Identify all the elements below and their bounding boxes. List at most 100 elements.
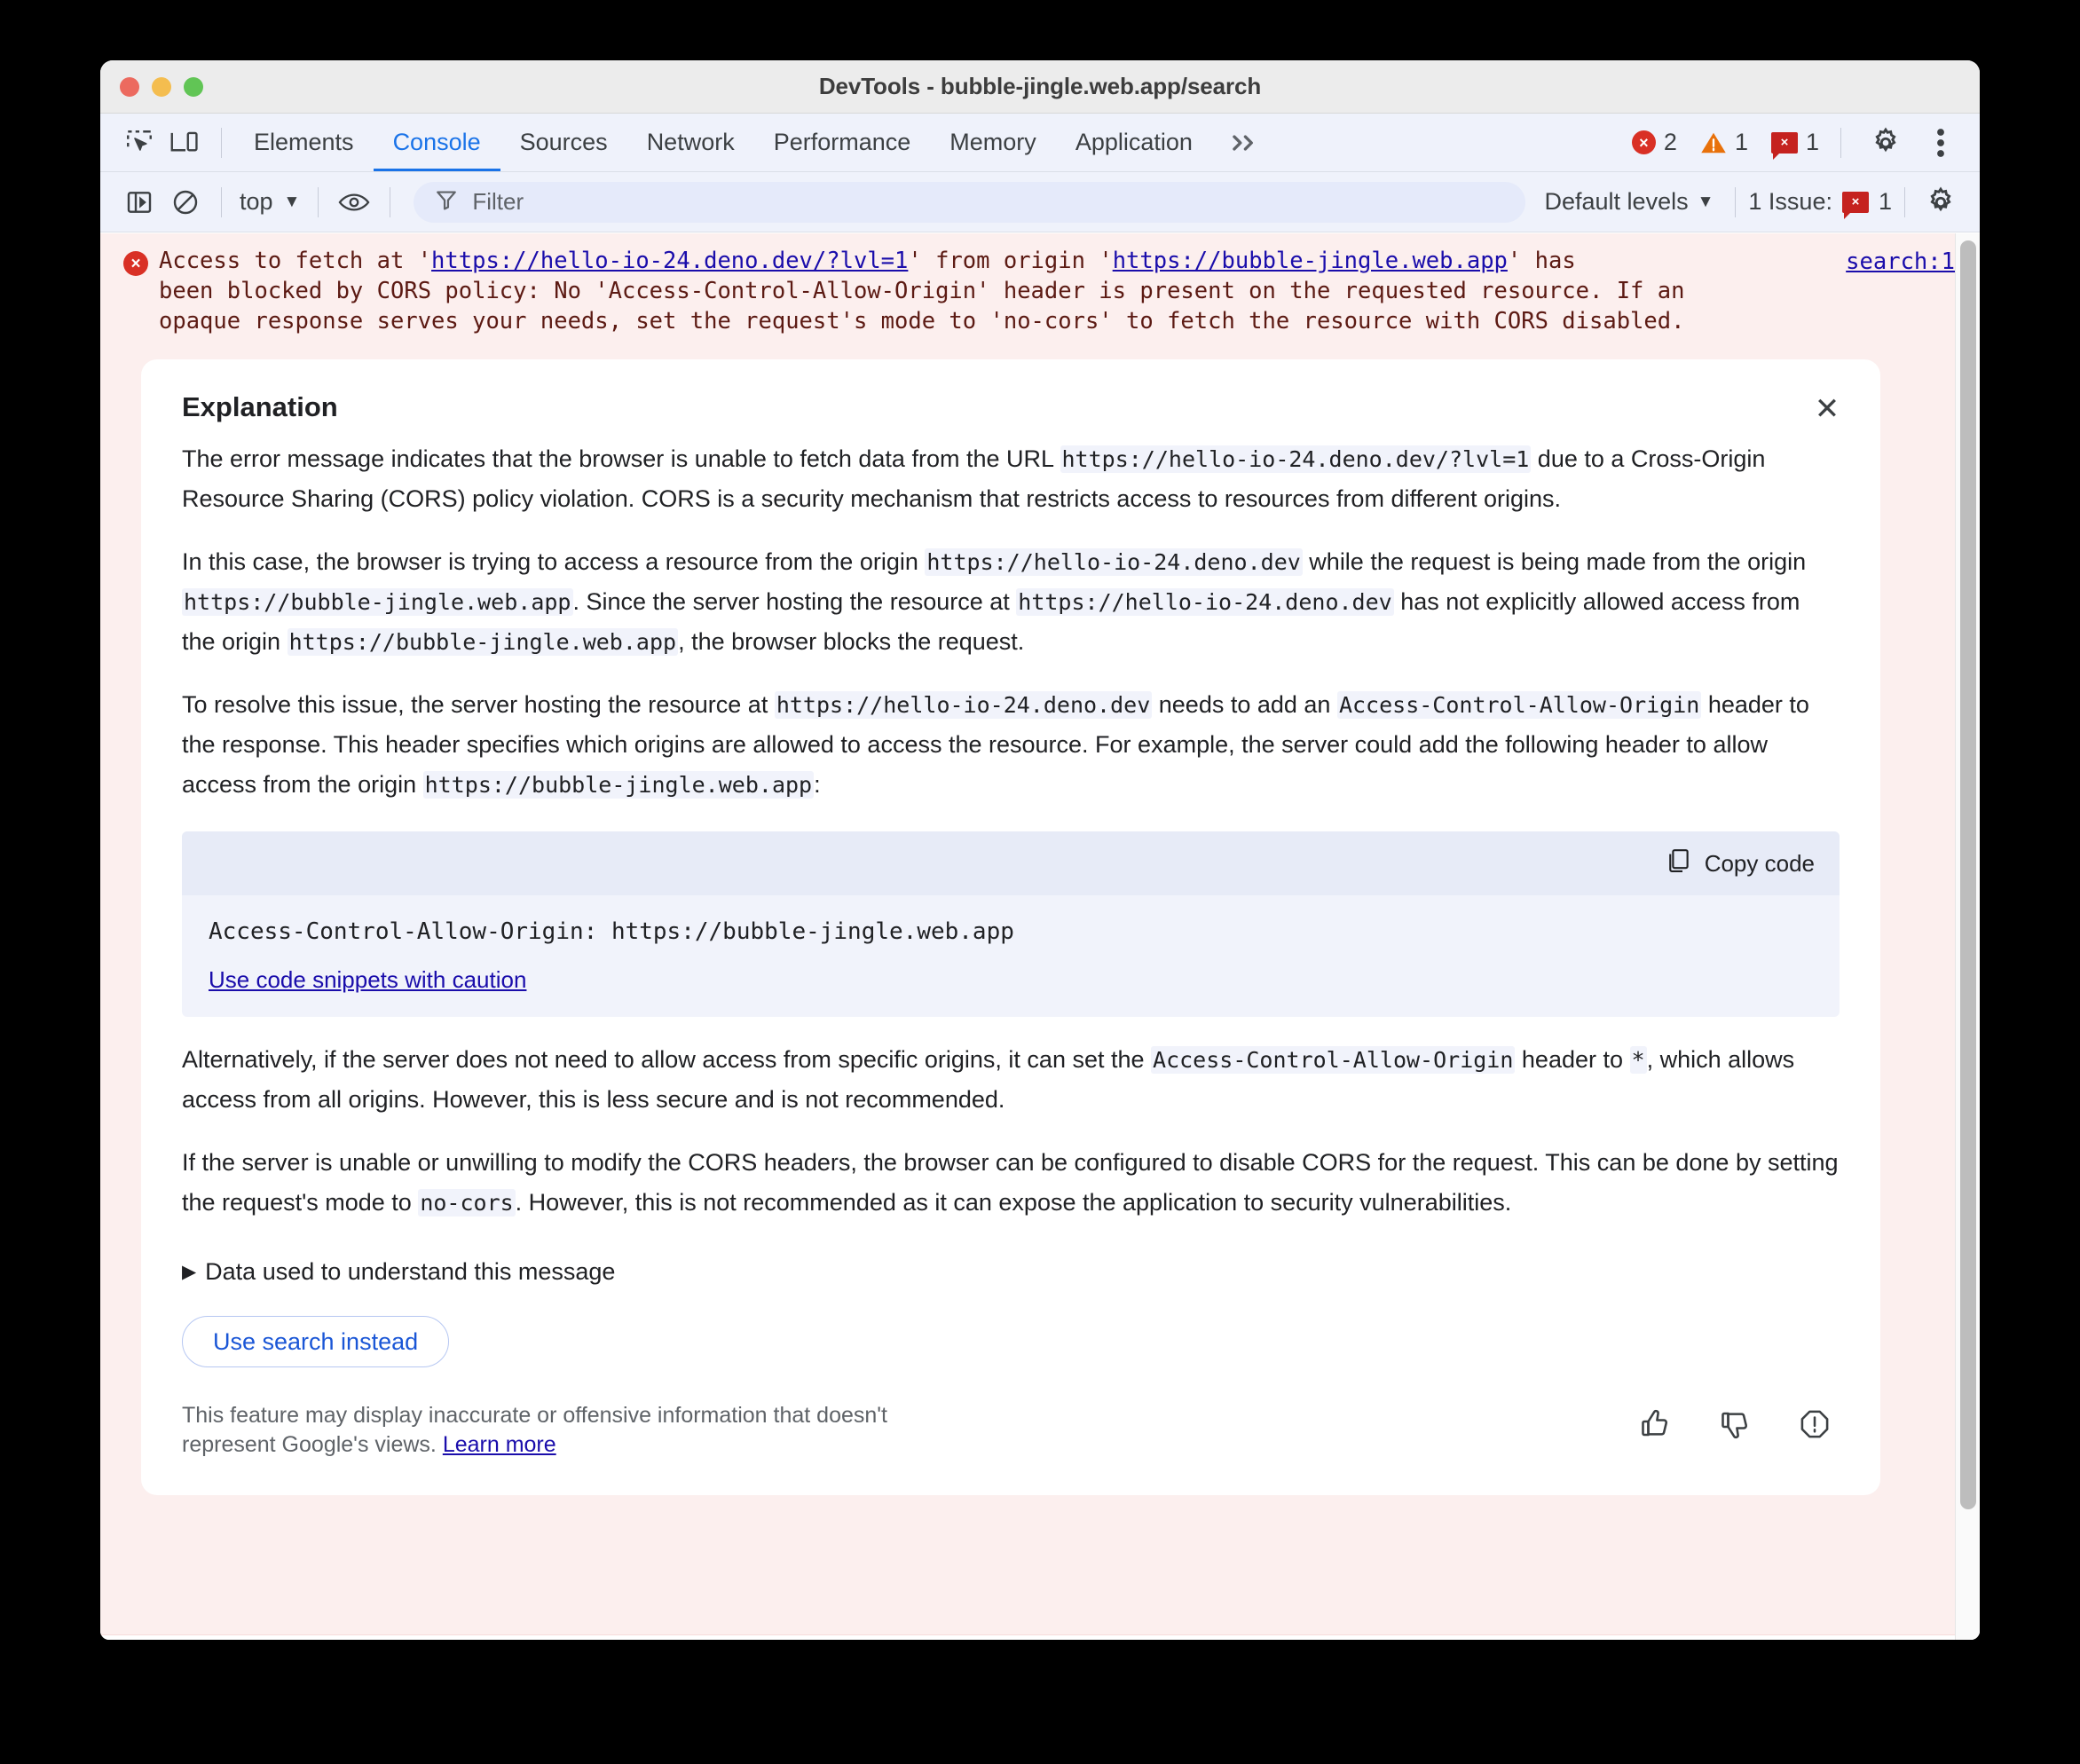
tab-network[interactable]: Network (627, 114, 754, 171)
issue-badge-icon: × (1841, 191, 1869, 219)
issues-summary[interactable]: 1 Issue: × 1 (1748, 188, 1892, 219)
copy-code-label: Copy code (1704, 849, 1815, 877)
explanation-footer: This feature may display inaccurate or o… (182, 1401, 1840, 1460)
console-settings-gear-icon[interactable] (1918, 181, 1964, 224)
p2-text-e: , the browser blocks the request. (678, 628, 1025, 655)
error-circle-icon: × (123, 251, 148, 276)
error-url-1[interactable]: https://hello-io-24.deno.dev/?lvl=1 (431, 248, 908, 274)
triangle-right-icon: ▶ (182, 1262, 197, 1282)
thumb-down-icon[interactable] (1719, 1408, 1751, 1445)
thumb-up-icon[interactable] (1639, 1408, 1671, 1445)
issues-count: 1 (1878, 188, 1892, 215)
console-scrollbar[interactable] (1955, 233, 1980, 1640)
console-sidebar-icon[interactable] (116, 181, 162, 224)
p3-text-d: : (814, 771, 821, 798)
p4-text-b: header to (1515, 1046, 1630, 1073)
console-filter[interactable]: Filter (414, 181, 1525, 223)
error-icon-wrapper: × (123, 246, 159, 336)
p3-text-b: needs to add an (1152, 691, 1337, 718)
device-toolbar-icon[interactable] (162, 122, 209, 164)
panel-tabs: Elements Console Sources Network Perform… (234, 114, 1276, 171)
chevron-down-icon: ▼ (283, 192, 301, 211)
filter-icon (435, 188, 458, 216)
code-caution-link[interactable]: Use code snippets with caution (209, 966, 526, 994)
error-counter[interactable]: × 2 (1631, 129, 1677, 156)
warning-counter[interactable]: 1 (1700, 129, 1748, 156)
tab-sources[interactable]: Sources (500, 114, 627, 171)
p2-code-2: https://bubble-jingle.web.app (182, 588, 573, 616)
live-expressions-eye-icon[interactable] (331, 181, 377, 224)
more-options-icon[interactable] (1918, 122, 1964, 164)
console-scrollbar-thumb[interactable] (1960, 240, 1976, 1509)
devtools-tabstrip: Elements Console Sources Network Perform… (100, 114, 1980, 172)
learn-more-link[interactable]: Learn more (443, 1432, 556, 1457)
console-error-entry[interactable]: × Access to fetch at 'https://hello-io-2… (100, 233, 1980, 1635)
console-toolbar-divider-1 (221, 186, 222, 217)
error-mid: ' from origin ' (908, 248, 1113, 274)
p1-text-a: The error message indicates that the bro… (182, 445, 1060, 472)
error-suffix: ' has (1507, 248, 1576, 274)
explanation-paragraph-3: To resolve this issue, the server hostin… (182, 685, 1840, 805)
log-levels-selector[interactable]: Default levels ▼ (1536, 188, 1723, 216)
copy-code-button[interactable]: Copy code (1666, 847, 1815, 880)
inspect-element-icon[interactable] (116, 122, 162, 164)
explanation-title: Explanation (182, 391, 338, 422)
tab-application[interactable]: Application (1056, 114, 1212, 171)
console-toolbar-divider-4 (1735, 186, 1737, 217)
p3-code-3: https://bubble-jingle.web.app (422, 771, 815, 799)
p3-code-1: https://hello-io-24.deno.dev (774, 691, 1153, 719)
settings-gear-icon[interactable] (1863, 122, 1909, 164)
error-url-2[interactable]: https://bubble-jingle.web.app (1113, 248, 1508, 274)
issues-label: 1 Issue: (1748, 188, 1832, 215)
tab-memory[interactable]: Memory (930, 114, 1056, 171)
explanation-paragraph-4: Alternatively, if the server does not ne… (182, 1040, 1840, 1120)
code-snippet-text: Access-Control-Allow-Origin: https://bub… (209, 918, 1014, 945)
p4-code-2: * (1629, 1046, 1647, 1074)
code-snippet-body[interactable]: Access-Control-Allow-Origin: https://bub… (182, 895, 1840, 1017)
tab-console[interactable]: Console (374, 114, 500, 171)
code-snippet-block: Copy code Access-Control-Allow-Origin: h… (182, 831, 1840, 1017)
close-icon[interactable]: ✕ (1809, 391, 1845, 427)
p3-code-2: Access-Control-Allow-Origin (1336, 691, 1702, 719)
issue-count: 1 (1805, 129, 1819, 155)
error-count: 2 (1663, 129, 1677, 155)
error-line-3: opaque response serves your needs, set t… (159, 308, 1685, 335)
tab-elements[interactable]: Elements (234, 114, 374, 171)
p2-code-4: https://bubble-jingle.web.app (287, 628, 679, 656)
tab-performance[interactable]: Performance (754, 114, 931, 171)
toolbar-divider (221, 127, 222, 158)
p2-code-1: https://hello-io-24.deno.dev (925, 548, 1303, 576)
warning-count: 1 (1734, 129, 1748, 155)
window-title: DevTools - bubble-jingle.web.app/search (818, 73, 1262, 99)
copy-icon (1666, 847, 1690, 880)
ai-disclaimer: This feature may display inaccurate or o… (182, 1401, 945, 1460)
window-titlebar: DevTools - bubble-jingle.web.app/search (100, 60, 1980, 114)
error-source-link[interactable]: search:1 (1846, 248, 1955, 275)
explanation-paragraph-2: In this case, the browser is trying to a… (182, 542, 1840, 662)
clear-console-icon[interactable] (162, 181, 209, 224)
error-prefix: Access to fetch at ' (159, 248, 432, 274)
chevron-down-icon: ▼ (1697, 192, 1714, 211)
p5-code-1: no-cors (418, 1189, 516, 1217)
use-search-instead-button[interactable]: Use search instead (182, 1316, 450, 1367)
issue-counter[interactable]: × 1 (1770, 129, 1819, 160)
execution-context-selector[interactable]: top ▼ (234, 188, 305, 216)
console-toolbar-divider-5 (1904, 186, 1905, 217)
report-icon[interactable] (1799, 1408, 1831, 1445)
status-counters: × 2 1 × 1 (1618, 122, 1964, 164)
data-used-disclosure[interactable]: ▶ Data used to understand this message (182, 1258, 1840, 1286)
p4-code-1: Access-Control-Allow-Origin (1151, 1046, 1516, 1074)
filter-input[interactable]: Filter (472, 188, 524, 216)
p3-text-a: To resolve this issue, the server hostin… (182, 691, 775, 718)
devtools-window: DevTools - bubble-jingle.web.app/search … (100, 60, 1980, 1640)
data-used-label: Data used to understand this message (205, 1258, 616, 1285)
console-toolbar-divider-2 (318, 186, 319, 217)
p2-code-3: https://hello-io-24.deno.dev (1016, 588, 1394, 616)
p5-text-b: . However, this is not recommended as it… (515, 1189, 1512, 1216)
explanation-paragraph-5: If the server is unable or unwilling to … (182, 1143, 1840, 1223)
explanation-card: Explanation ✕ The error message indicate… (141, 359, 1880, 1495)
more-tabs-icon[interactable] (1212, 131, 1276, 154)
p2-text-b: while the request is being made from the… (1302, 548, 1807, 575)
code-snippet-header: Copy code (182, 831, 1840, 895)
console-output[interactable]: × Access to fetch at 'https://hello-io-2… (100, 233, 1980, 1640)
